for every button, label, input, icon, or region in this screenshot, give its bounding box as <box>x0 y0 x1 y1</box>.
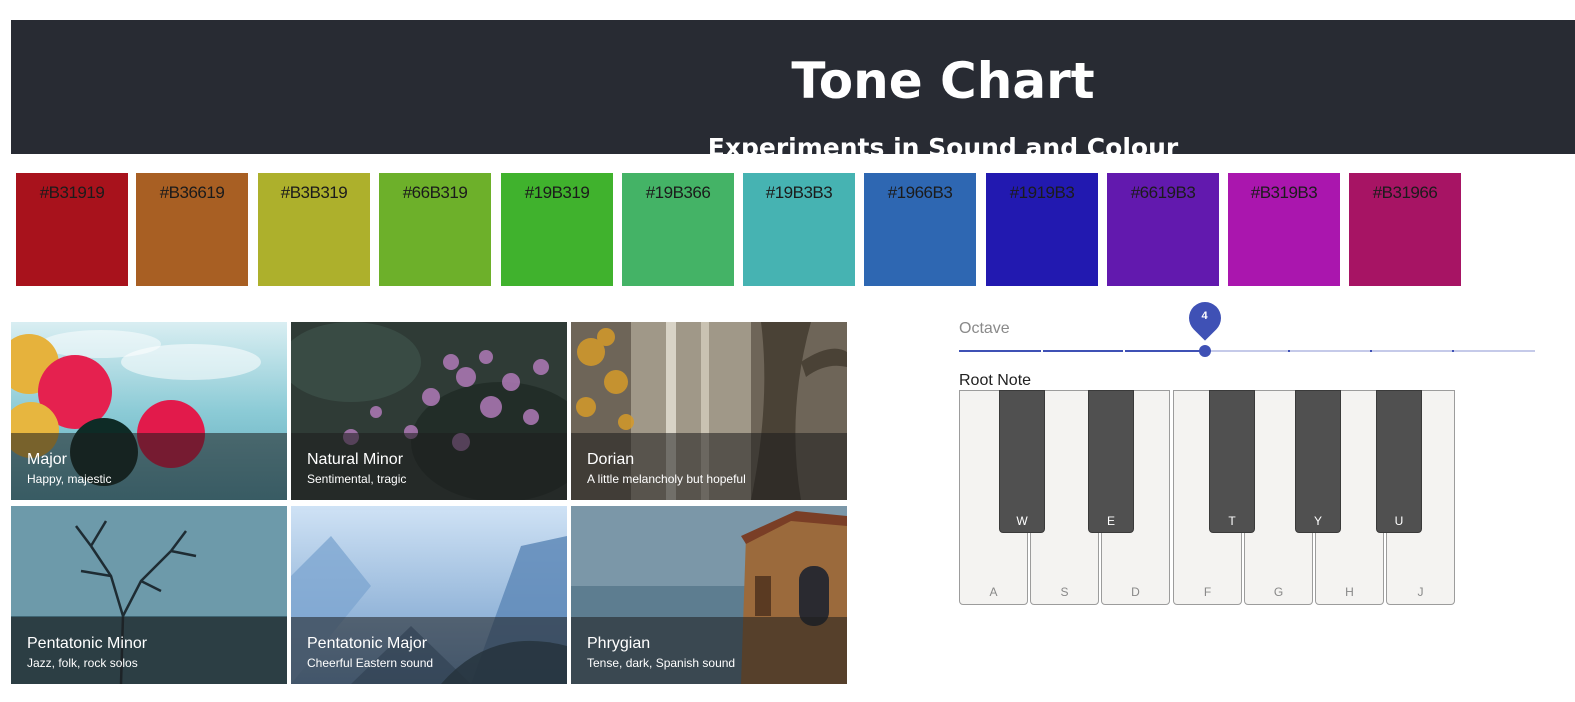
page-subtitle: Experiments in Sound and Colour <box>707 133 1179 162</box>
key-letter: A <box>989 585 998 599</box>
swatch-label: #19B366 <box>645 183 711 202</box>
header: Tone Chart Experiments in Sound and Colo… <box>11 20 1575 162</box>
root-note-label: Root Note <box>959 372 1032 389</box>
scale-name: Pentatonic Major <box>307 635 428 652</box>
piano-black-key[interactable]: Y <box>1295 390 1341 533</box>
swatch-4: #19B319 <box>501 173 613 286</box>
swatch-3: #66B319 <box>379 173 491 286</box>
swatch-label: #B319B3 <box>1250 183 1318 202</box>
slider-track <box>959 350 1205 352</box>
swatch-label: #6619B3 <box>1130 183 1196 202</box>
piano-black-key[interactable]: E <box>1088 390 1134 533</box>
swatch-label: #B36619 <box>159 183 225 202</box>
swatch-label: #19B3B3 <box>765 183 833 202</box>
key-letter: T <box>1228 514 1236 528</box>
swatch-label: #66B319 <box>402 183 468 202</box>
key-letter: S <box>1060 585 1069 599</box>
swatch-label: #B31919 <box>39 183 105 202</box>
swatch-2: #B3B319 <box>258 173 370 286</box>
scale-description: Happy, majestic <box>27 472 112 486</box>
swatch-label: #19B319 <box>524 183 590 202</box>
key-letter: J <box>1417 585 1424 599</box>
piano-black-key[interactable]: U <box>1376 390 1422 533</box>
swatch-11: #B31966 <box>1349 173 1461 286</box>
scale-name: Major <box>27 451 68 468</box>
scale-description: Sentimental, tragic <box>307 472 407 486</box>
key-letter: E <box>1106 514 1115 528</box>
key-letter: D <box>1131 585 1140 599</box>
scale-tiles: Major Happy, majestic Natural Minor Sent… <box>11 322 847 684</box>
slider-tick <box>1041 350 1044 352</box>
key-letter: H <box>1345 585 1354 599</box>
scale-name: Pentatonic Minor <box>27 635 148 652</box>
swatch-10: #B319B3 <box>1228 173 1340 286</box>
scale-name: Phrygian <box>587 635 651 652</box>
slider-tick <box>1287 350 1290 352</box>
scale-tile-major[interactable]: Major Happy, majestic <box>11 322 287 500</box>
colour-swatches: #B31919 #B36619 #B3B319 #66B319 #19B319 … <box>16 173 1516 286</box>
slider-value-text: 4 <box>1201 310 1208 322</box>
swatch-8: #1919B3 <box>986 173 1098 286</box>
swatch-9: #6619B3 <box>1107 173 1219 286</box>
slider-thumb[interactable] <box>1198 345 1211 357</box>
scale-name: Dorian <box>587 451 635 468</box>
swatch-6: #19B3B3 <box>743 173 855 286</box>
page-title: Tone Chart <box>791 52 1095 110</box>
swatch-label: #1919B3 <box>1009 183 1075 202</box>
scale-tile-dorian[interactable]: Dorian A little melancholy but hopeful <box>571 322 847 500</box>
key-letter: F <box>1203 585 1212 599</box>
swatch-1: #B36619 <box>136 173 248 286</box>
piano-black-key[interactable]: W <box>999 390 1045 533</box>
slider-tick <box>1123 350 1126 352</box>
scale-name: Natural Minor <box>307 451 404 468</box>
swatch-label: #B31966 <box>1372 183 1438 202</box>
key-letter: G <box>1273 585 1284 599</box>
octave-slider[interactable]: 4 <box>959 295 1535 360</box>
swatch-5: #19B366 <box>622 173 734 286</box>
scale-description: Cheerful Eastern sound <box>307 656 434 670</box>
scale-description: Jazz, folk, rock solos <box>27 656 138 670</box>
scale-tile-pentatonic-major[interactable]: Pentatonic Major Cheerful Eastern sound <box>291 506 567 684</box>
scale-description: Tense, dark, Spanish sound <box>587 656 736 670</box>
scale-tile-natural-minor[interactable]: Natural Minor Sentimental, tragic <box>291 322 567 500</box>
scale-description: A little melancholy but hopeful <box>587 472 746 486</box>
key-letter: Y <box>1313 514 1322 528</box>
key-letter: U <box>1394 514 1404 528</box>
piano-black-key[interactable]: T <box>1209 390 1255 533</box>
swatch-label: #1966B3 <box>887 183 953 202</box>
piano-keyboard: A S D F G H J W E T Y U <box>959 390 1457 607</box>
scale-tile-phrygian[interactable]: Phrygian Tense, dark, Spanish sound <box>571 506 847 684</box>
swatch-7: #1966B3 <box>864 173 976 286</box>
scale-tile-pentatonic-minor[interactable]: Pentatonic Minor Jazz, folk, rock solos <box>11 506 287 684</box>
swatch-0: #B31919 <box>16 173 128 286</box>
key-letter: W <box>1016 514 1028 528</box>
slider-tick <box>1452 350 1455 352</box>
swatch-label: #B3B319 <box>280 183 348 202</box>
slider-tick <box>1370 350 1372 352</box>
